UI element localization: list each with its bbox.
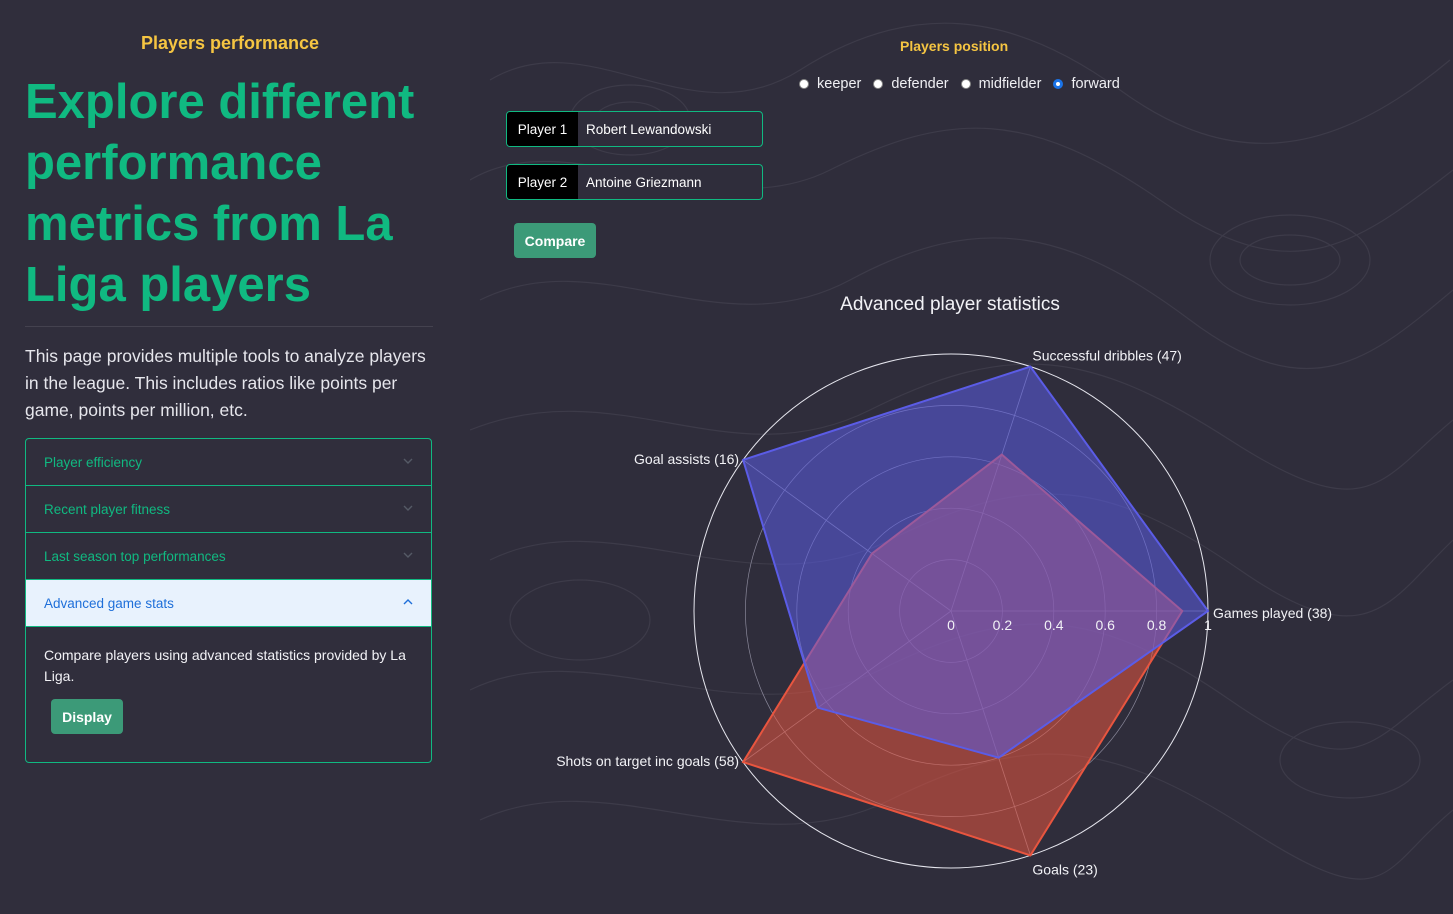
radio-label: midfielder <box>978 76 1042 92</box>
display-button[interactable]: Display <box>51 699 123 734</box>
players-position-title: Players position <box>900 38 1009 54</box>
accordion-body: Compare players using advanced statistic… <box>26 627 431 734</box>
accordion-label: Last season top performances <box>44 549 226 564</box>
radio-forward[interactable]: forward <box>1053 76 1120 92</box>
accordion-item-advanced-game-stats[interactable]: Advanced game stats <box>26 580 431 627</box>
radial-tick-label: 0.2 <box>993 617 1013 633</box>
accordion-label: Recent player fitness <box>44 502 171 517</box>
radial-tick-label: 1 <box>1204 617 1212 633</box>
section-eyebrow: Players performance <box>140 33 320 53</box>
radio-button[interactable] <box>960 79 971 89</box>
player2-field[interactable]: Player 2 Antoine Griezmann <box>506 164 763 200</box>
accordion-body-text: Compare players using advanced statistic… <box>44 647 406 684</box>
accordion-item-last-season-top-performances[interactable]: Last season top performances <box>26 533 431 580</box>
player1-tag: Player 1 <box>507 112 578 146</box>
position-radio-group: keeper defender midfielder forward <box>799 76 1132 92</box>
axis-label: Goals (23) <box>1032 861 1097 877</box>
radio-button[interactable] <box>873 79 884 89</box>
accordion-item-recent-player-fitness[interactable]: Recent player fitness <box>26 486 431 533</box>
player2-input[interactable]: Antoine Griezmann <box>578 165 762 199</box>
chevron-down-icon <box>403 552 413 558</box>
radial-tick-label: 0.4 <box>1044 617 1064 633</box>
radar-chart: 0 0.2 0.4 0.6 0.8 1Games played (38) Successfu… <box>556 348 1332 878</box>
radio-label: keeper <box>817 76 862 92</box>
radio-button[interactable] <box>1053 79 1064 89</box>
radio-button[interactable] <box>799 79 809 89</box>
divider <box>25 326 433 327</box>
axis-label: Successful dribbles (47) <box>1032 348 1181 364</box>
player1-field[interactable]: Player 1 Robert Lewandowski <box>506 111 763 147</box>
radio-label: forward <box>1071 76 1120 92</box>
chevron-down-icon <box>403 458 413 464</box>
player2-tag: Player 2 <box>507 165 578 199</box>
accordion-label: Advanced game stats <box>44 596 174 611</box>
tools-accordion: Player efficiency Recent player fitness … <box>25 438 432 763</box>
chart-title: Advanced player statistics <box>840 294 1060 315</box>
page-title: Explore different performance metrics fr… <box>25 75 415 312</box>
compare-button[interactable]: Compare <box>514 223 596 258</box>
axis-label: Games played (38) <box>1213 605 1332 621</box>
accordion-item-player-efficiency[interactable]: Player efficiency <box>26 439 431 486</box>
left-panel: Players performance Explore different pe… <box>0 0 470 914</box>
chevron-down-icon <box>403 505 413 511</box>
page-description: This page provides multiple tools to ana… <box>25 346 426 420</box>
radial-tick-label: 0.6 <box>1095 617 1115 633</box>
radial-tick-label: 0.8 <box>1147 617 1167 633</box>
axis-label: Shots on target inc goals (58) <box>556 753 739 769</box>
radio-defender[interactable]: defender <box>873 76 949 92</box>
radio-keeper[interactable]: keeper <box>799 76 861 92</box>
radio-label: defender <box>891 76 949 92</box>
radio-midfielder[interactable]: midfielder <box>960 76 1042 92</box>
chevron-up-icon <box>403 599 413 605</box>
axis-label: Goal assists (16) <box>634 451 739 467</box>
accordion-label: Player efficiency <box>44 455 143 470</box>
radial-tick-label: 0 <box>947 617 955 633</box>
player1-input[interactable]: Robert Lewandowski <box>578 112 762 146</box>
